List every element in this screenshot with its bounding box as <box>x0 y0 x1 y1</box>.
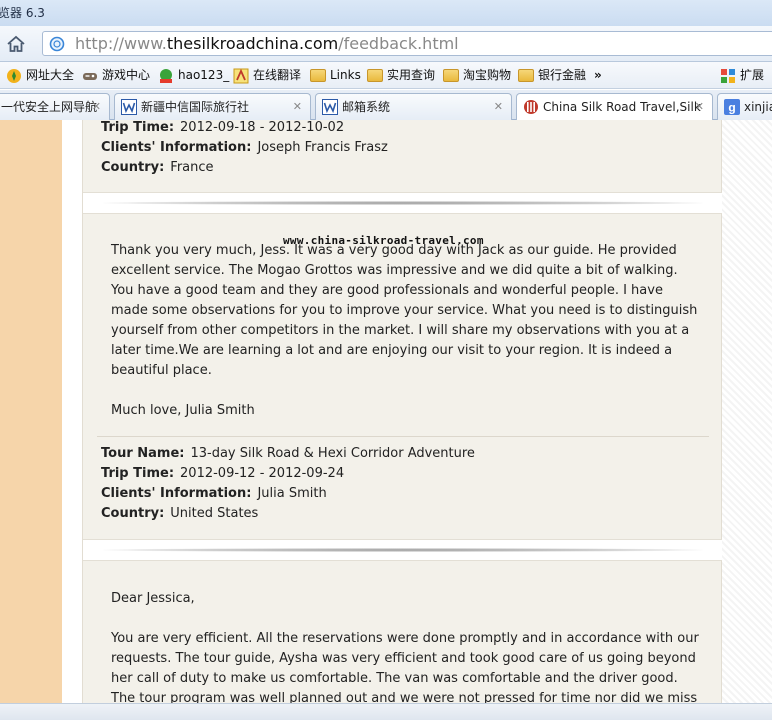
navigation-toolbar: http://www.thesilkroadchina.com/feedback… <box>0 26 772 62</box>
w-favicon-icon <box>322 99 338 115</box>
clients-info-label: Clients' Information: <box>101 140 252 155</box>
tab-xinjiang[interactable]: g xinjiang <box>717 93 772 120</box>
url-path: /feedback.html <box>338 34 459 53</box>
folder-icon <box>310 69 326 82</box>
bookmark-label: Links <box>330 68 361 82</box>
country-value: France <box>170 160 214 175</box>
bookmark-folder[interactable]: 淘宝购物 <box>443 66 511 85</box>
country-row: Country: United States <box>101 506 258 521</box>
chevron-double-right-icon: » <box>594 68 602 82</box>
close-icon[interactable]: ✕ <box>695 94 704 120</box>
bookmarks-more-button[interactable]: » <box>594 66 602 85</box>
horizontal-scrollbar[interactable] <box>0 703 772 720</box>
bookmark-folder[interactable]: 实用查询 <box>367 66 435 85</box>
tour-name-label: Tour Name: <box>101 446 185 461</box>
folder-icon <box>443 69 459 82</box>
site-watermark: www.china-silkroad-travel.com <box>283 234 484 247</box>
bookmark-label: 淘宝购物 <box>463 68 512 82</box>
translate-icon <box>233 68 249 83</box>
bookmark-label: 网址大全 <box>26 68 75 82</box>
google-favicon-icon: g <box>724 99 740 115</box>
review-body: Thank you very much, Jess. It was a very… <box>111 243 698 378</box>
trip-time-label: Trip Time: <box>101 466 175 481</box>
page-viewport: Trip Time: 2012-09-18 - 2012-10-02 Client… <box>0 120 772 720</box>
w-favicon-icon <box>121 99 137 115</box>
url-text: http://www.thesilkroadchina.com/feedback… <box>75 34 459 53</box>
bookmark-item[interactable]: hao123_ <box>158 66 229 85</box>
tab-safe-nav[interactable]: 一代安全上网导航 ✕ <box>0 93 110 120</box>
bookmark-item[interactable]: 网址大全 <box>6 66 74 85</box>
clients-info-value: Joseph Francis Frasz <box>257 140 388 155</box>
trip-time-row: Trip Time: 2012-09-18 - 2012-10-02 <box>101 120 344 135</box>
close-icon[interactable]: ✕ <box>92 94 101 120</box>
bookmark-label: hao123_ <box>178 68 230 82</box>
bookmark-folder[interactable]: Links <box>310 66 361 85</box>
trip-time-row: Trip Time: 2012-09-12 - 2012-09-24 <box>101 466 344 481</box>
url-prefix: http://www. <box>75 34 167 53</box>
review-divider <box>83 539 723 561</box>
bookmark-label: 实用查询 <box>387 68 436 82</box>
country-row: Country: France <box>101 160 214 175</box>
window-title-bar: 览器 6.3 <box>0 0 772 26</box>
compass-icon <box>7 68 21 83</box>
window-title: 览器 6.3 <box>0 6 45 20</box>
home-button[interactable] <box>4 32 28 56</box>
clients-info-row: Clients' Information: Joseph Francis Fras… <box>101 140 388 155</box>
globe-icon <box>49 36 65 52</box>
gamepad-icon <box>83 72 97 80</box>
tour-name-row: Tour Name: 13-day Silk Road & Hexi Corrid… <box>101 446 475 461</box>
extensions-label: 扩展 <box>740 68 765 82</box>
silk-road-logo-icon <box>524 100 538 114</box>
tab-label: 一代安全上网导航 <box>1 100 98 114</box>
trip-time-value: 2012-09-18 - 2012-10-02 <box>180 120 345 135</box>
trip-time-label: Trip Time: <box>101 120 175 135</box>
review-signoff: Much love, Julia Smith <box>111 403 255 418</box>
bookmark-label: 银行金融 <box>538 68 587 82</box>
clients-info-label: Clients' Information: <box>101 486 252 501</box>
bookmark-label: 游戏中心 <box>102 68 151 82</box>
bookmark-item[interactable]: 游戏中心 <box>82 66 150 85</box>
tab-bar: 一代安全上网导航 ✕ 新疆中信国际旅行社 ✕ 邮箱系统 ✕ China Silk… <box>0 90 772 120</box>
bookmark-label: 在线翻译 <box>253 68 302 82</box>
left-decorative-rail <box>0 120 62 720</box>
tab-citic-travel[interactable]: 新疆中信国际旅行社 ✕ <box>114 93 311 120</box>
country-label: Country: <box>101 506 165 521</box>
folder-icon <box>367 69 383 82</box>
tab-china-silk-road[interactable]: China Silk Road Travel,Silk ✕ <box>516 93 713 120</box>
address-input[interactable]: http://www.thesilkroadchina.com/feedback… <box>42 31 772 56</box>
tab-label: 邮箱系统 <box>342 100 391 114</box>
country-value: United States <box>170 506 259 521</box>
extensions-grid-icon <box>721 68 735 83</box>
clients-info-value: Julia Smith <box>257 486 327 501</box>
tour-name-value: 13-day Silk Road & Hexi Corridor Adventu… <box>190 446 475 461</box>
close-icon[interactable]: ✕ <box>293 94 302 120</box>
feedback-column: Trip Time: 2012-09-18 - 2012-10-02 Client… <box>82 120 723 720</box>
url-domain: thesilkroadchina.com <box>166 34 339 53</box>
svg-text:g: g <box>728 101 735 115</box>
bookmark-folder[interactable]: 银行金融 <box>518 66 586 85</box>
country-label: Country: <box>101 160 165 175</box>
tab-mail-system[interactable]: 邮箱系统 ✕ <box>315 93 512 120</box>
home-icon <box>7 35 25 52</box>
left-gutter <box>62 120 82 720</box>
right-decorative-strip <box>722 120 772 720</box>
review-greeting: Dear Jessica, <box>111 591 195 606</box>
tab-label: 新疆中信国际旅行社 <box>141 100 250 114</box>
separator-line <box>97 436 709 437</box>
extensions-button[interactable]: 扩展 <box>720 66 764 85</box>
bookmark-item[interactable]: 在线翻译 <box>233 66 301 85</box>
trip-time-value: 2012-09-12 - 2012-09-24 <box>180 466 345 481</box>
bookmarks-bar: 网址大全 游戏中心 hao123_ 在线翻译 Links 实用查询 淘宝购物 银… <box>0 62 772 89</box>
review-divider <box>83 192 723 214</box>
folder-icon <box>518 69 534 82</box>
clients-info-row: Clients' Information: Julia Smith <box>101 486 327 501</box>
close-icon[interactable]: ✕ <box>494 94 503 120</box>
hao123-icon <box>160 68 172 83</box>
tab-label: China Silk Road Travel,Silk <box>543 100 701 114</box>
tab-label: xinjiang <box>744 100 772 114</box>
